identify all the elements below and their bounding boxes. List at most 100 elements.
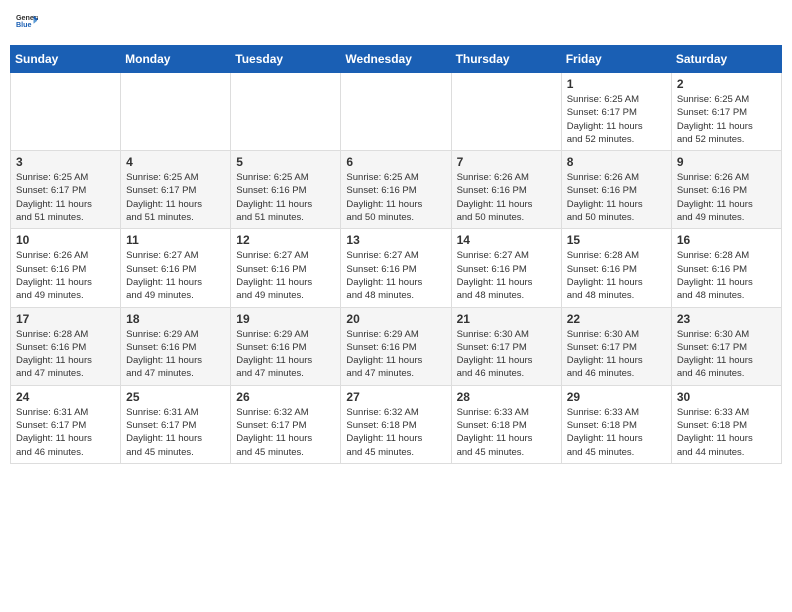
calendar-cell: 24 Sunrise: 6:31 AM Sunset: 6:17 PM Dayli… xyxy=(11,385,121,463)
day-number: 20 xyxy=(346,312,445,326)
day-number: 11 xyxy=(126,233,225,247)
calendar-table: SundayMondayTuesdayWednesdayThursdayFrid… xyxy=(10,45,782,464)
calendar-cell: 4 Sunrise: 6:25 AM Sunset: 6:17 PM Daylig… xyxy=(121,151,231,229)
calendar-cell: 25 Sunrise: 6:31 AM Sunset: 6:17 PM Dayli… xyxy=(121,385,231,463)
day-info: Sunrise: 6:27 AM Sunset: 6:16 PM Dayligh… xyxy=(236,249,335,302)
day-number: 24 xyxy=(16,390,115,404)
calendar-cell: 5 Sunrise: 6:25 AM Sunset: 6:16 PM Daylig… xyxy=(231,151,341,229)
day-number: 13 xyxy=(346,233,445,247)
calendar-cell: 27 Sunrise: 6:32 AM Sunset: 6:18 PM Dayli… xyxy=(341,385,451,463)
calendar-week-2: 3 Sunrise: 6:25 AM Sunset: 6:17 PM Daylig… xyxy=(11,151,782,229)
day-number: 30 xyxy=(677,390,776,404)
calendar-cell xyxy=(121,73,231,151)
day-number: 12 xyxy=(236,233,335,247)
day-number: 3 xyxy=(16,155,115,169)
day-number: 15 xyxy=(567,233,666,247)
day-number: 25 xyxy=(126,390,225,404)
calendar-cell: 23 Sunrise: 6:30 AM Sunset: 6:17 PM Dayli… xyxy=(671,307,781,385)
day-info: Sunrise: 6:33 AM Sunset: 6:18 PM Dayligh… xyxy=(677,406,776,459)
weekday-sunday: Sunday xyxy=(11,46,121,73)
day-number: 1 xyxy=(567,77,666,91)
weekday-thursday: Thursday xyxy=(451,46,561,73)
calendar-cell: 10Sunrise: 6:26 AM Sunset: 6:16 PM Dayli… xyxy=(11,229,121,307)
day-info: Sunrise: 6:25 AM Sunset: 6:17 PM Dayligh… xyxy=(677,93,776,146)
calendar-week-1: 1 Sunrise: 6:25 AM Sunset: 6:17 PM Daylig… xyxy=(11,73,782,151)
day-number: 29 xyxy=(567,390,666,404)
day-info: Sunrise: 6:28 AM Sunset: 6:16 PM Dayligh… xyxy=(16,328,115,381)
day-number: 7 xyxy=(457,155,556,169)
day-info: Sunrise: 6:30 AM Sunset: 6:17 PM Dayligh… xyxy=(457,328,556,381)
day-info: Sunrise: 6:31 AM Sunset: 6:17 PM Dayligh… xyxy=(16,406,115,459)
day-number: 4 xyxy=(126,155,225,169)
calendar-cell: 13 Sunrise: 6:27 AM Sunset: 6:16 PM Dayli… xyxy=(341,229,451,307)
calendar-week-3: 10Sunrise: 6:26 AM Sunset: 6:16 PM Dayli… xyxy=(11,229,782,307)
calendar-cell: 6Sunrise: 6:25 AM Sunset: 6:16 PM Daylig… xyxy=(341,151,451,229)
day-number: 28 xyxy=(457,390,556,404)
weekday-saturday: Saturday xyxy=(671,46,781,73)
calendar-cell: 30 Sunrise: 6:33 AM Sunset: 6:18 PM Dayli… xyxy=(671,385,781,463)
day-info: Sunrise: 6:25 AM Sunset: 6:17 PM Dayligh… xyxy=(126,171,225,224)
page-header: General Blue xyxy=(10,10,782,37)
calendar-body: 1 Sunrise: 6:25 AM Sunset: 6:17 PM Daylig… xyxy=(11,73,782,464)
calendar-cell: 2 Sunrise: 6:25 AM Sunset: 6:17 PM Daylig… xyxy=(671,73,781,151)
day-info: Sunrise: 6:29 AM Sunset: 6:16 PM Dayligh… xyxy=(126,328,225,381)
day-info: Sunrise: 6:28 AM Sunset: 6:16 PM Dayligh… xyxy=(567,249,666,302)
calendar-cell: 7 Sunrise: 6:26 AM Sunset: 6:16 PM Daylig… xyxy=(451,151,561,229)
calendar-cell xyxy=(11,73,121,151)
calendar-cell: 18 Sunrise: 6:29 AM Sunset: 6:16 PM Dayli… xyxy=(121,307,231,385)
svg-text:Blue: Blue xyxy=(16,21,32,29)
day-number: 2 xyxy=(677,77,776,91)
calendar-week-4: 17Sunrise: 6:28 AM Sunset: 6:16 PM Dayli… xyxy=(11,307,782,385)
day-info: Sunrise: 6:30 AM Sunset: 6:17 PM Dayligh… xyxy=(677,328,776,381)
day-number: 27 xyxy=(346,390,445,404)
calendar-cell: 8 Sunrise: 6:26 AM Sunset: 6:16 PM Daylig… xyxy=(561,151,671,229)
day-info: Sunrise: 6:32 AM Sunset: 6:18 PM Dayligh… xyxy=(346,406,445,459)
weekday-wednesday: Wednesday xyxy=(341,46,451,73)
logo-icon: General Blue xyxy=(16,10,38,32)
calendar-cell: 17Sunrise: 6:28 AM Sunset: 6:16 PM Dayli… xyxy=(11,307,121,385)
day-info: Sunrise: 6:29 AM Sunset: 6:16 PM Dayligh… xyxy=(236,328,335,381)
weekday-header-row: SundayMondayTuesdayWednesdayThursdayFrid… xyxy=(11,46,782,73)
day-info: Sunrise: 6:25 AM Sunset: 6:17 PM Dayligh… xyxy=(567,93,666,146)
calendar-cell xyxy=(341,73,451,151)
day-info: Sunrise: 6:25 AM Sunset: 6:17 PM Dayligh… xyxy=(16,171,115,224)
calendar-cell: 28 Sunrise: 6:33 AM Sunset: 6:18 PM Dayli… xyxy=(451,385,561,463)
day-info: Sunrise: 6:28 AM Sunset: 6:16 PM Dayligh… xyxy=(677,249,776,302)
weekday-monday: Monday xyxy=(121,46,231,73)
day-info: Sunrise: 6:27 AM Sunset: 6:16 PM Dayligh… xyxy=(126,249,225,302)
calendar-cell: 11 Sunrise: 6:27 AM Sunset: 6:16 PM Dayli… xyxy=(121,229,231,307)
day-number: 26 xyxy=(236,390,335,404)
day-info: Sunrise: 6:29 AM Sunset: 6:16 PM Dayligh… xyxy=(346,328,445,381)
day-info: Sunrise: 6:26 AM Sunset: 6:16 PM Dayligh… xyxy=(567,171,666,224)
day-info: Sunrise: 6:27 AM Sunset: 6:16 PM Dayligh… xyxy=(346,249,445,302)
day-info: Sunrise: 6:31 AM Sunset: 6:17 PM Dayligh… xyxy=(126,406,225,459)
day-number: 14 xyxy=(457,233,556,247)
logo: General Blue xyxy=(14,10,38,37)
day-number: 23 xyxy=(677,312,776,326)
calendar-cell: 29 Sunrise: 6:33 AM Sunset: 6:18 PM Dayli… xyxy=(561,385,671,463)
day-number: 16 xyxy=(677,233,776,247)
calendar-cell: 19Sunrise: 6:29 AM Sunset: 6:16 PM Dayli… xyxy=(231,307,341,385)
calendar-cell: 15 Sunrise: 6:28 AM Sunset: 6:16 PM Dayli… xyxy=(561,229,671,307)
day-number: 5 xyxy=(236,155,335,169)
calendar-cell: 20 Sunrise: 6:29 AM Sunset: 6:16 PM Dayli… xyxy=(341,307,451,385)
day-info: Sunrise: 6:30 AM Sunset: 6:17 PM Dayligh… xyxy=(567,328,666,381)
calendar-cell: 14Sunrise: 6:27 AM Sunset: 6:16 PM Dayli… xyxy=(451,229,561,307)
day-number: 18 xyxy=(126,312,225,326)
calendar-cell: 22 Sunrise: 6:30 AM Sunset: 6:17 PM Dayli… xyxy=(561,307,671,385)
day-info: Sunrise: 6:26 AM Sunset: 6:16 PM Dayligh… xyxy=(457,171,556,224)
day-number: 8 xyxy=(567,155,666,169)
day-info: Sunrise: 6:33 AM Sunset: 6:18 PM Dayligh… xyxy=(567,406,666,459)
calendar-cell xyxy=(451,73,561,151)
day-info: Sunrise: 6:33 AM Sunset: 6:18 PM Dayligh… xyxy=(457,406,556,459)
day-number: 22 xyxy=(567,312,666,326)
day-number: 21 xyxy=(457,312,556,326)
calendar-cell: 3 Sunrise: 6:25 AM Sunset: 6:17 PM Daylig… xyxy=(11,151,121,229)
day-info: Sunrise: 6:32 AM Sunset: 6:17 PM Dayligh… xyxy=(236,406,335,459)
day-info: Sunrise: 6:25 AM Sunset: 6:16 PM Dayligh… xyxy=(236,171,335,224)
calendar-cell: 12 Sunrise: 6:27 AM Sunset: 6:16 PM Dayli… xyxy=(231,229,341,307)
calendar-week-5: 24 Sunrise: 6:31 AM Sunset: 6:17 PM Dayli… xyxy=(11,385,782,463)
weekday-friday: Friday xyxy=(561,46,671,73)
day-number: 6 xyxy=(346,155,445,169)
calendar-cell: 26 Sunrise: 6:32 AM Sunset: 6:17 PM Dayli… xyxy=(231,385,341,463)
